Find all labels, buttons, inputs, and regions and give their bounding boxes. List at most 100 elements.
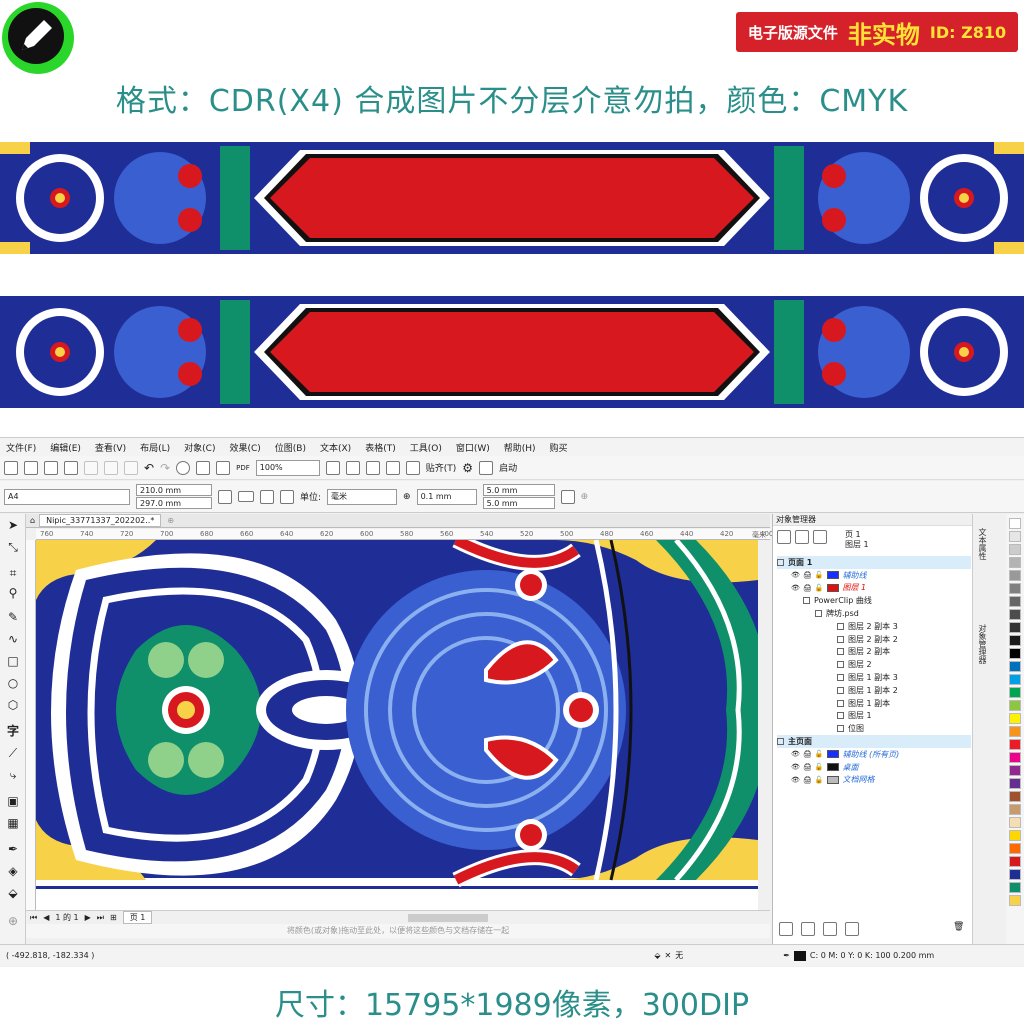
palette-swatch[interactable] — [1009, 869, 1021, 880]
visibility-icon[interactable]: 👁 — [791, 584, 800, 592]
palette-swatch[interactable] — [1009, 557, 1021, 568]
menu-item[interactable]: 文本(X) — [320, 441, 351, 454]
zoom-tool-icon[interactable]: ⚲ — [5, 586, 21, 602]
palette-swatch[interactable] — [1009, 882, 1021, 893]
launch-dropdown[interactable]: 启动 — [499, 461, 517, 474]
duplicate-y-field[interactable]: 5.0 mm — [482, 497, 555, 509]
tree-row[interactable]: 牌坊.psd — [777, 607, 971, 620]
print-icon[interactable] — [64, 460, 78, 475]
add-page-icon[interactable]: ⊞ — [110, 913, 117, 922]
artistic-media-icon[interactable]: ∿ — [5, 632, 21, 648]
polygon-tool-icon[interactable]: ⬡ — [5, 698, 21, 714]
eyedropper-tool-icon[interactable]: ✒ — [5, 842, 21, 858]
add-icon[interactable]: ⊕ — [581, 492, 589, 502]
printable-icon[interactable]: 🖨 — [803, 571, 812, 579]
menu-item[interactable]: 帮助(H) — [504, 441, 536, 454]
palette-swatch[interactable] — [1009, 687, 1021, 698]
palette-swatch[interactable] — [1009, 622, 1021, 633]
tree-row[interactable]: 图层 2 副本 3 — [777, 620, 971, 633]
cut-icon[interactable] — [84, 460, 98, 475]
delete-icon[interactable]: 🗑 — [953, 922, 964, 932]
printable-icon[interactable]: 🖨 — [803, 584, 812, 592]
palette-swatch[interactable] — [1009, 635, 1021, 646]
palette-swatch[interactable] — [1009, 726, 1021, 737]
connector-tool-icon[interactable]: ⤷ — [5, 768, 21, 784]
tree-row[interactable]: 图层 2 副本 2 — [777, 633, 971, 646]
palette-swatch[interactable] — [1009, 609, 1021, 620]
palette-swatch[interactable] — [1009, 752, 1021, 763]
palette-swatch[interactable] — [1009, 843, 1021, 854]
lock-icon[interactable]: 🔓 — [815, 776, 824, 784]
next-page-icon[interactable]: ▶ — [85, 913, 91, 922]
palette-swatch[interactable] — [1009, 817, 1021, 828]
menu-item[interactable]: 编辑(E) — [50, 441, 81, 454]
visibility-icon[interactable]: 👁 — [791, 571, 800, 579]
current-page-icon[interactable] — [280, 489, 294, 504]
import-icon[interactable] — [196, 460, 211, 475]
portrait-icon[interactable] — [218, 489, 232, 504]
edit-across-layers-icon[interactable] — [795, 530, 809, 544]
menu-item[interactable]: 布局(L) — [140, 441, 170, 454]
menu-item[interactable]: 文件(F) — [6, 441, 36, 454]
new-master-layer-icon[interactable] — [801, 922, 815, 936]
paste-icon[interactable] — [124, 460, 138, 475]
palette-swatch[interactable] — [1009, 856, 1021, 867]
tree-row[interactable]: 👁 🖨 🔓 辅助线 — [777, 569, 971, 582]
menu-item[interactable]: 效果(C) — [229, 441, 260, 454]
object-manager-tab[interactable]: 对象管理器 — [977, 624, 988, 664]
tree-row[interactable]: PowerClip 曲线 — [777, 594, 971, 607]
pdf-icon[interactable]: PDF — [236, 464, 250, 472]
grid-icon[interactable] — [365, 460, 380, 475]
first-page-icon[interactable]: ⏮ — [30, 913, 37, 923]
text-tool-icon[interactable]: 字 — [5, 722, 21, 738]
landscape-icon[interactable] — [238, 491, 254, 502]
lock-icon[interactable]: 🔓 — [815, 750, 824, 758]
menu-item[interactable]: 位图(B) — [275, 441, 306, 454]
show-properties-icon[interactable] — [777, 530, 791, 544]
shape-tool-icon[interactable]: ⤡ — [5, 540, 21, 556]
zoom-select[interactable]: 100% — [255, 459, 320, 476]
lock-icon[interactable]: 🔓 — [815, 571, 824, 579]
tree-row[interactable]: 主页面 — [777, 735, 971, 748]
menu-item[interactable]: 购买 — [550, 441, 568, 454]
drawing-canvas[interactable] — [36, 540, 758, 910]
palette-swatch[interactable] — [1009, 674, 1021, 685]
palette-swatch[interactable] — [1009, 739, 1021, 750]
palette-swatch[interactable] — [1009, 713, 1021, 724]
text-properties-tab[interactable]: 文本属性 — [977, 528, 988, 560]
menu-item[interactable]: 窗口(W) — [456, 441, 490, 454]
layer-manager-icon[interactable] — [813, 530, 827, 544]
options-gear-icon[interactable]: ⚙ — [462, 461, 473, 475]
menu-item[interactable]: 表格(T) — [365, 441, 396, 454]
guidelines-icon[interactable] — [385, 460, 400, 475]
copy-icon[interactable] — [104, 460, 118, 475]
tree-row[interactable]: 👁 🖨 🔓 图层 1 — [777, 582, 971, 595]
redo-icon[interactable]: ↷ — [160, 461, 170, 475]
tree-row[interactable]: 图层 1 副本 2 — [777, 684, 971, 697]
search-content-icon[interactable] — [176, 460, 191, 475]
tree-row[interactable]: 👁 🖨 🔓 文档网格 — [777, 774, 971, 787]
page-size-select[interactable]: A4 — [4, 488, 130, 505]
palette-swatch[interactable] — [1009, 583, 1021, 594]
palette-swatch[interactable] — [1009, 791, 1021, 802]
page-frame-icon[interactable] — [560, 489, 575, 504]
prev-page-icon[interactable]: ◀ — [43, 913, 49, 922]
palette-swatch[interactable] — [1009, 830, 1021, 841]
visibility-icon[interactable]: 👁 — [791, 750, 800, 758]
home-icon[interactable]: ⌂ — [30, 516, 35, 525]
palette-swatch[interactable] — [1009, 570, 1021, 581]
tree-row[interactable]: 图层 2 — [777, 658, 971, 671]
ellipse-tool-icon[interactable]: ○ — [5, 676, 21, 692]
menu-item[interactable]: 工具(O) — [410, 441, 442, 454]
palette-swatch[interactable] — [1009, 778, 1021, 789]
nudge-field[interactable]: 0.1 mm — [416, 488, 477, 505]
visibility-icon[interactable]: 👁 — [791, 763, 800, 771]
page-height-field[interactable]: 297.0 mm — [136, 497, 212, 509]
last-page-icon[interactable]: ⏭ — [97, 913, 104, 923]
tree-row[interactable]: 图层 1 副本 — [777, 697, 971, 710]
printable-icon[interactable]: 🖨 — [803, 763, 812, 771]
tree-row[interactable]: 👁 🖨 🔓 桌面 — [777, 761, 971, 774]
menu-item[interactable]: 对象(C) — [184, 441, 215, 454]
palette-swatch[interactable] — [1009, 700, 1021, 711]
visibility-icon[interactable]: 👁 — [791, 776, 800, 784]
